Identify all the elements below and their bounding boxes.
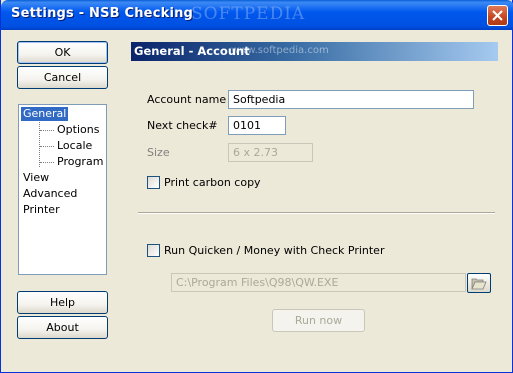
- tree-item-printer[interactable]: Printer: [23, 203, 60, 217]
- tree-item-locale[interactable]: Locale: [57, 139, 92, 153]
- tree-item-view[interactable]: View: [23, 171, 49, 185]
- size-field: 6 x 2.73: [228, 143, 313, 162]
- watermark-text: SOFTPEDIA: [191, 4, 306, 24]
- close-button[interactable]: [487, 5, 508, 26]
- settings-tree[interactable]: General Options Locale Program View Adva…: [18, 104, 107, 275]
- help-button[interactable]: Help: [17, 291, 108, 314]
- tree-connector: [40, 162, 54, 163]
- section-divider: [138, 212, 495, 214]
- panel-watermark: www.softpedia.com: [231, 45, 329, 56]
- close-icon: [492, 10, 503, 21]
- settings-window: Settings - NSB Checking SOFTPEDIA OK Can…: [0, 0, 513, 373]
- program-path-field: C:\Program Files\Q98\QW.EXE: [171, 273, 466, 292]
- run-quicken-label[interactable]: Run Quicken / Money with Check Printer: [164, 244, 384, 257]
- folder-open-icon: [471, 278, 487, 290]
- tree-connector: [40, 146, 54, 147]
- run-quicken-checkbox[interactable]: [147, 244, 160, 257]
- panel-header: General - Account www.softpedia.com: [131, 42, 498, 61]
- print-carbon-copy-checkbox[interactable]: [147, 176, 160, 189]
- title-bar[interactable]: Settings - NSB Checking SOFTPEDIA: [1, 0, 513, 30]
- next-check-field[interactable]: 0101: [228, 116, 286, 135]
- run-now-button[interactable]: Run now: [272, 309, 365, 332]
- account-name-label: Account name: [147, 93, 227, 106]
- tree-item-general[interactable]: General: [21, 107, 69, 121]
- window-title: Settings - NSB Checking: [11, 6, 194, 21]
- browse-button[interactable]: [467, 273, 491, 293]
- size-label: Size: [147, 146, 170, 159]
- tree-item-advanced[interactable]: Advanced: [23, 187, 77, 201]
- tree-connector: [39, 120, 40, 167]
- account-name-field[interactable]: Softpedia: [228, 90, 474, 109]
- print-carbon-copy-label[interactable]: Print carbon copy: [164, 176, 261, 189]
- tree-connector: [40, 130, 54, 131]
- ok-button[interactable]: OK: [17, 41, 108, 64]
- tree-item-options[interactable]: Options: [57, 123, 99, 137]
- cancel-button[interactable]: Cancel: [17, 66, 108, 89]
- about-button[interactable]: About: [17, 316, 108, 339]
- tree-item-program[interactable]: Program: [57, 155, 103, 169]
- next-check-label: Next check#: [147, 119, 218, 132]
